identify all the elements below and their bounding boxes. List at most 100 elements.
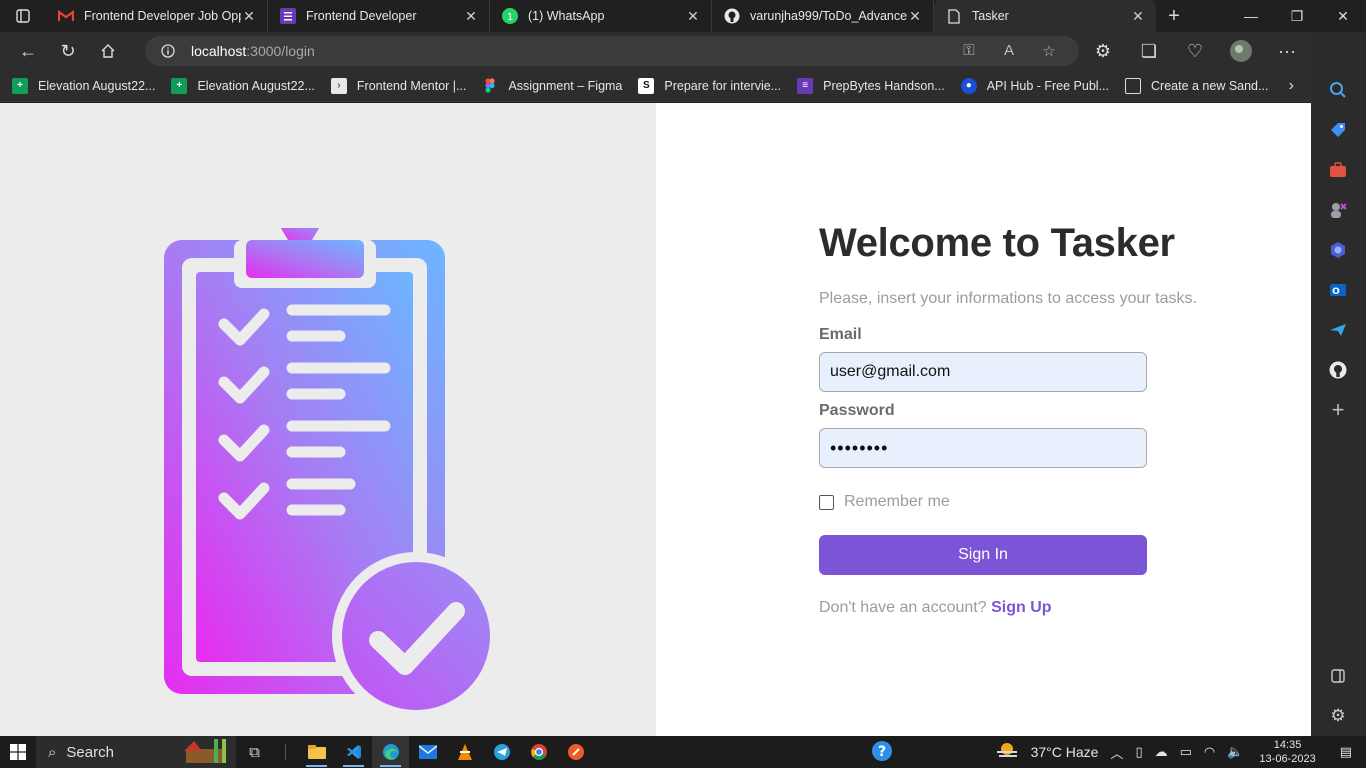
- minimize-button[interactable]: —: [1228, 0, 1274, 32]
- bookmark-sandbox[interactable]: Create a new Sand...: [1125, 77, 1268, 94]
- games-icon[interactable]: [1310, 190, 1366, 230]
- tab-whatsapp[interactable]: 1 (1) WhatsApp ✕: [490, 0, 712, 32]
- postman-icon[interactable]: [557, 736, 594, 768]
- vlc-icon[interactable]: [446, 736, 483, 768]
- tab-gmail[interactable]: Frontend Developer Job Oppo ✕: [46, 0, 268, 32]
- close-window-button[interactable]: ✕: [1320, 0, 1366, 32]
- sign-in-button[interactable]: Sign In: [819, 535, 1147, 575]
- chevron-right-icon[interactable]: ›: [1289, 77, 1294, 95]
- onedrive-icon[interactable]: ☁: [1149, 744, 1174, 760]
- bookmark-elevation-2[interactable]: + Elevation August22...: [171, 77, 315, 94]
- copilot-icon[interactable]: [1310, 230, 1366, 270]
- page-title: Welcome to Tasker: [819, 221, 1175, 265]
- restore-button[interactable]: ❐: [1274, 0, 1320, 32]
- taskbar-search[interactable]: ⌕ Search: [36, 736, 236, 768]
- device-icon[interactable]: ▯: [1129, 744, 1148, 760]
- tab-title: Frontend Developer Job Oppo: [84, 9, 241, 23]
- battery-icon[interactable]: ▭: [1174, 744, 1198, 760]
- back-button[interactable]: ←: [8, 35, 48, 67]
- clock[interactable]: 14:35 13-06-2023: [1249, 738, 1325, 766]
- read-aloud-icon[interactable]: A: [989, 42, 1029, 60]
- vscode-icon[interactable]: [335, 736, 372, 768]
- volume-icon[interactable]: 🔈: [1221, 744, 1249, 760]
- outlook-icon[interactable]: O: [1310, 270, 1366, 310]
- telegram-icon[interactable]: [483, 736, 520, 768]
- add-sidebar-app-icon[interactable]: +: [1310, 390, 1366, 430]
- sign-up-link[interactable]: Sign Up: [991, 599, 1051, 616]
- close-tab-icon[interactable]: ✕: [463, 8, 479, 25]
- start-button[interactable]: [0, 736, 36, 768]
- form-icon: ≡: [797, 77, 814, 94]
- info-icon[interactable]: [161, 44, 175, 58]
- chrome-icon[interactable]: [520, 736, 557, 768]
- bookmark-elevation-1[interactable]: + Elevation August22...: [12, 77, 155, 94]
- omnibox-actions: ⚿ A ☆: [949, 42, 1079, 60]
- notifications-icon[interactable]: ▤: [1326, 744, 1366, 760]
- password-field[interactable]: ••••••••: [819, 428, 1147, 468]
- performance-button[interactable]: ♡: [1172, 35, 1218, 67]
- mail-icon[interactable]: [409, 736, 446, 768]
- chevron-up-icon[interactable]: ︿: [1104, 743, 1129, 762]
- home-button[interactable]: [88, 35, 128, 67]
- send-icon[interactable]: [1310, 310, 1366, 350]
- url-text[interactable]: localhost:3000/login: [191, 43, 315, 59]
- edge-sidebar: O + ⚙: [1310, 32, 1366, 736]
- apihub-icon: ●: [960, 77, 977, 94]
- gmail-icon: [58, 8, 74, 24]
- file-explorer-icon[interactable]: [298, 736, 335, 768]
- system-tray: ? 37°C Haze ︿ ▯ ☁ ▭ ◠ 🔈 14:35 13-06-2023…: [865, 736, 1366, 768]
- remember-me-label[interactable]: Remember me: [844, 493, 950, 511]
- sidebar-bottom: ⚙: [1310, 656, 1366, 736]
- tab-github[interactable]: varunjha999/ToDo_Advanced ✕: [712, 0, 934, 32]
- tab-frontend-developer[interactable]: Frontend Developer ✕: [268, 0, 490, 32]
- bookmark-figma[interactable]: Assignment – Figma: [482, 78, 622, 94]
- email-field[interactable]: user@gmail.com: [819, 352, 1147, 392]
- close-tab-icon[interactable]: ✕: [907, 8, 923, 25]
- tab-actions-button[interactable]: [0, 0, 46, 32]
- bookmark-prepare-interview[interactable]: S Prepare for intervie...: [638, 77, 781, 94]
- favorite-star-icon[interactable]: ☆: [1029, 42, 1069, 60]
- shopping-tag-icon[interactable]: [1310, 110, 1366, 150]
- tab-strip: Frontend Developer Job Oppo ✕ Frontend D…: [0, 0, 1366, 32]
- search-icon[interactable]: [1310, 70, 1366, 110]
- remember-me-checkbox[interactable]: [819, 494, 834, 510]
- profile-button[interactable]: [1218, 35, 1264, 67]
- frontendmentor-icon: ›: [330, 77, 347, 94]
- close-tab-icon[interactable]: ✕: [685, 8, 701, 25]
- edge-icon[interactable]: [372, 736, 409, 768]
- refresh-button[interactable]: ↻: [48, 35, 88, 67]
- window-controls: — ❐ ✕: [1228, 0, 1366, 32]
- settings-gear-icon[interactable]: ⚙: [1310, 696, 1366, 736]
- address-bar[interactable]: localhost:3000/login ⚿ A ☆: [145, 36, 1079, 66]
- weather-haze-icon: [989, 742, 1025, 763]
- bookmark-prepbytes[interactable]: ≡ PrepBytes Handson...: [797, 77, 945, 94]
- remember-me-row: Remember me: [819, 493, 1199, 511]
- tab-title: Frontend Developer: [306, 9, 417, 23]
- figma-icon: [482, 78, 498, 94]
- sheets-icon: +: [171, 77, 188, 94]
- tools-icon[interactable]: [1310, 150, 1366, 190]
- wifi-icon[interactable]: ◠: [1198, 744, 1221, 760]
- svg-text:?: ?: [878, 744, 886, 760]
- help-icon[interactable]: ?: [865, 740, 899, 765]
- weather-text[interactable]: 37°C Haze: [1025, 744, 1105, 760]
- more-menu-button[interactable]: ···: [1264, 35, 1310, 67]
- tab-tasker[interactable]: Tasker ✕: [934, 0, 1156, 32]
- extensions-button[interactable]: ⚙: [1080, 35, 1126, 67]
- bookmark-api-hub[interactable]: ● API Hub - Free Publ...: [960, 77, 1109, 94]
- avatar: [1230, 40, 1252, 62]
- collections-button[interactable]: ❏: [1126, 35, 1172, 67]
- tab-title: varunjha999/ToDo_Advanced: [750, 9, 907, 23]
- task-view-icon[interactable]: ⧉: [236, 736, 273, 768]
- login-panel: Welcome to Tasker Please, insert your in…: [656, 103, 1311, 736]
- close-tab-icon[interactable]: ✕: [241, 8, 257, 25]
- page-subtitle: Please, insert your informations to acce…: [819, 290, 1197, 307]
- hide-sidebar-icon[interactable]: [1310, 656, 1366, 696]
- key-icon[interactable]: ⚿: [949, 42, 989, 60]
- new-tab-button[interactable]: +: [1156, 0, 1192, 32]
- search-label: Search: [66, 743, 114, 761]
- bookmark-frontend-mentor[interactable]: › Frontend Mentor |...: [330, 77, 466, 94]
- close-tab-icon[interactable]: ✕: [1130, 8, 1146, 25]
- tab-title: Tasker: [972, 9, 1009, 23]
- github-icon[interactable]: [1310, 350, 1366, 390]
